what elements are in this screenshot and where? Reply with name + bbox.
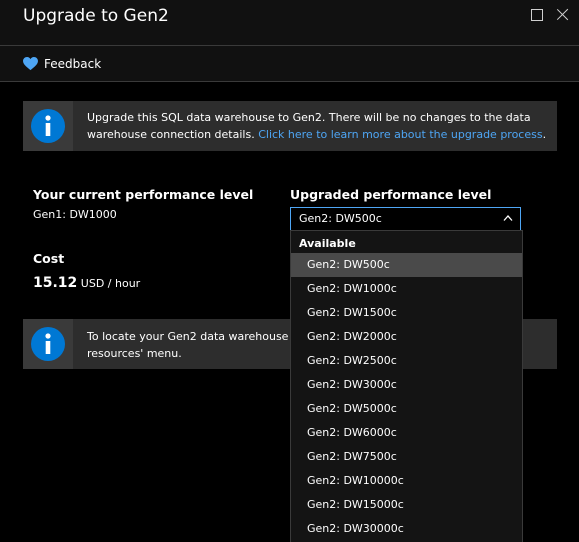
chevron-up-icon xyxy=(503,215,513,221)
cost-label: Cost xyxy=(33,251,65,266)
close-icon[interactable] xyxy=(556,8,570,22)
locate-info-text: To locate your Gen2 data warehouse a res… xyxy=(87,330,299,360)
cost-unit: USD / hour xyxy=(80,277,141,290)
cost-value: 15.12 USD / hour xyxy=(33,275,140,291)
page-title: Upgrade to Gen2 xyxy=(23,6,169,26)
dropdown-option[interactable]: Gen2: DW5000c xyxy=(291,397,522,421)
dropdown-option[interactable]: Gen2: DW2500c xyxy=(291,349,522,373)
dropdown-option[interactable]: Gen2: DW7500c xyxy=(291,445,522,469)
toolbar: Feedback xyxy=(0,46,579,82)
dropdown-option[interactable]: Gen2: DW500c xyxy=(291,253,522,277)
upgrade-info-text: Upgrade this SQL data warehouse to Gen2.… xyxy=(87,111,547,141)
cost-amount: 15.12 xyxy=(33,275,78,291)
option-list: Gen2: DW500c Gen2: DW1000c Gen2: DW1500c Ge… xyxy=(291,253,522,541)
dropdown-option[interactable]: Gen2: DW1500c xyxy=(291,301,522,325)
dropdown-option[interactable]: Gen2: DW10000c xyxy=(291,469,522,493)
blade-header: Upgrade to Gen2 xyxy=(0,0,579,46)
dropdown-option[interactable]: Gen2: DW6000c xyxy=(291,421,522,445)
dropdown-option[interactable]: Gen2: DW3000c xyxy=(291,373,522,397)
dropdown-option[interactable]: Gen2: DW1000c xyxy=(291,277,522,301)
dropdown-option[interactable]: Gen2: DW30000c xyxy=(291,517,522,541)
info-icon xyxy=(31,109,65,143)
feedback-button[interactable]: Feedback xyxy=(23,55,101,73)
upgraded-performance-label: Upgraded performance level xyxy=(290,187,492,202)
dropdown-option[interactable]: Gen2: DW2000c xyxy=(291,325,522,349)
maximize-icon[interactable] xyxy=(530,8,544,22)
info-icon xyxy=(31,327,65,361)
learn-more-link[interactable]: Click here to learn more about the upgra… xyxy=(258,128,542,141)
upgrade-info-banner: Upgrade this SQL data warehouse to Gen2.… xyxy=(23,101,557,151)
heart-icon xyxy=(23,57,38,71)
performance-level-selected: Gen2: DW500c xyxy=(299,212,382,225)
current-performance-value: Gen1: DW1000 xyxy=(33,208,117,221)
performance-level-list: Available Gen2: DW500c Gen2: DW1000c Gen2:… xyxy=(290,230,523,542)
feedback-label: Feedback xyxy=(44,57,102,71)
available-group-label: Available xyxy=(299,237,356,250)
dropdown-option[interactable]: Gen2: DW15000c xyxy=(291,493,522,517)
performance-level-dropdown[interactable]: Gen2: DW500c xyxy=(290,207,521,231)
current-performance-label: Your current performance level xyxy=(33,187,254,202)
